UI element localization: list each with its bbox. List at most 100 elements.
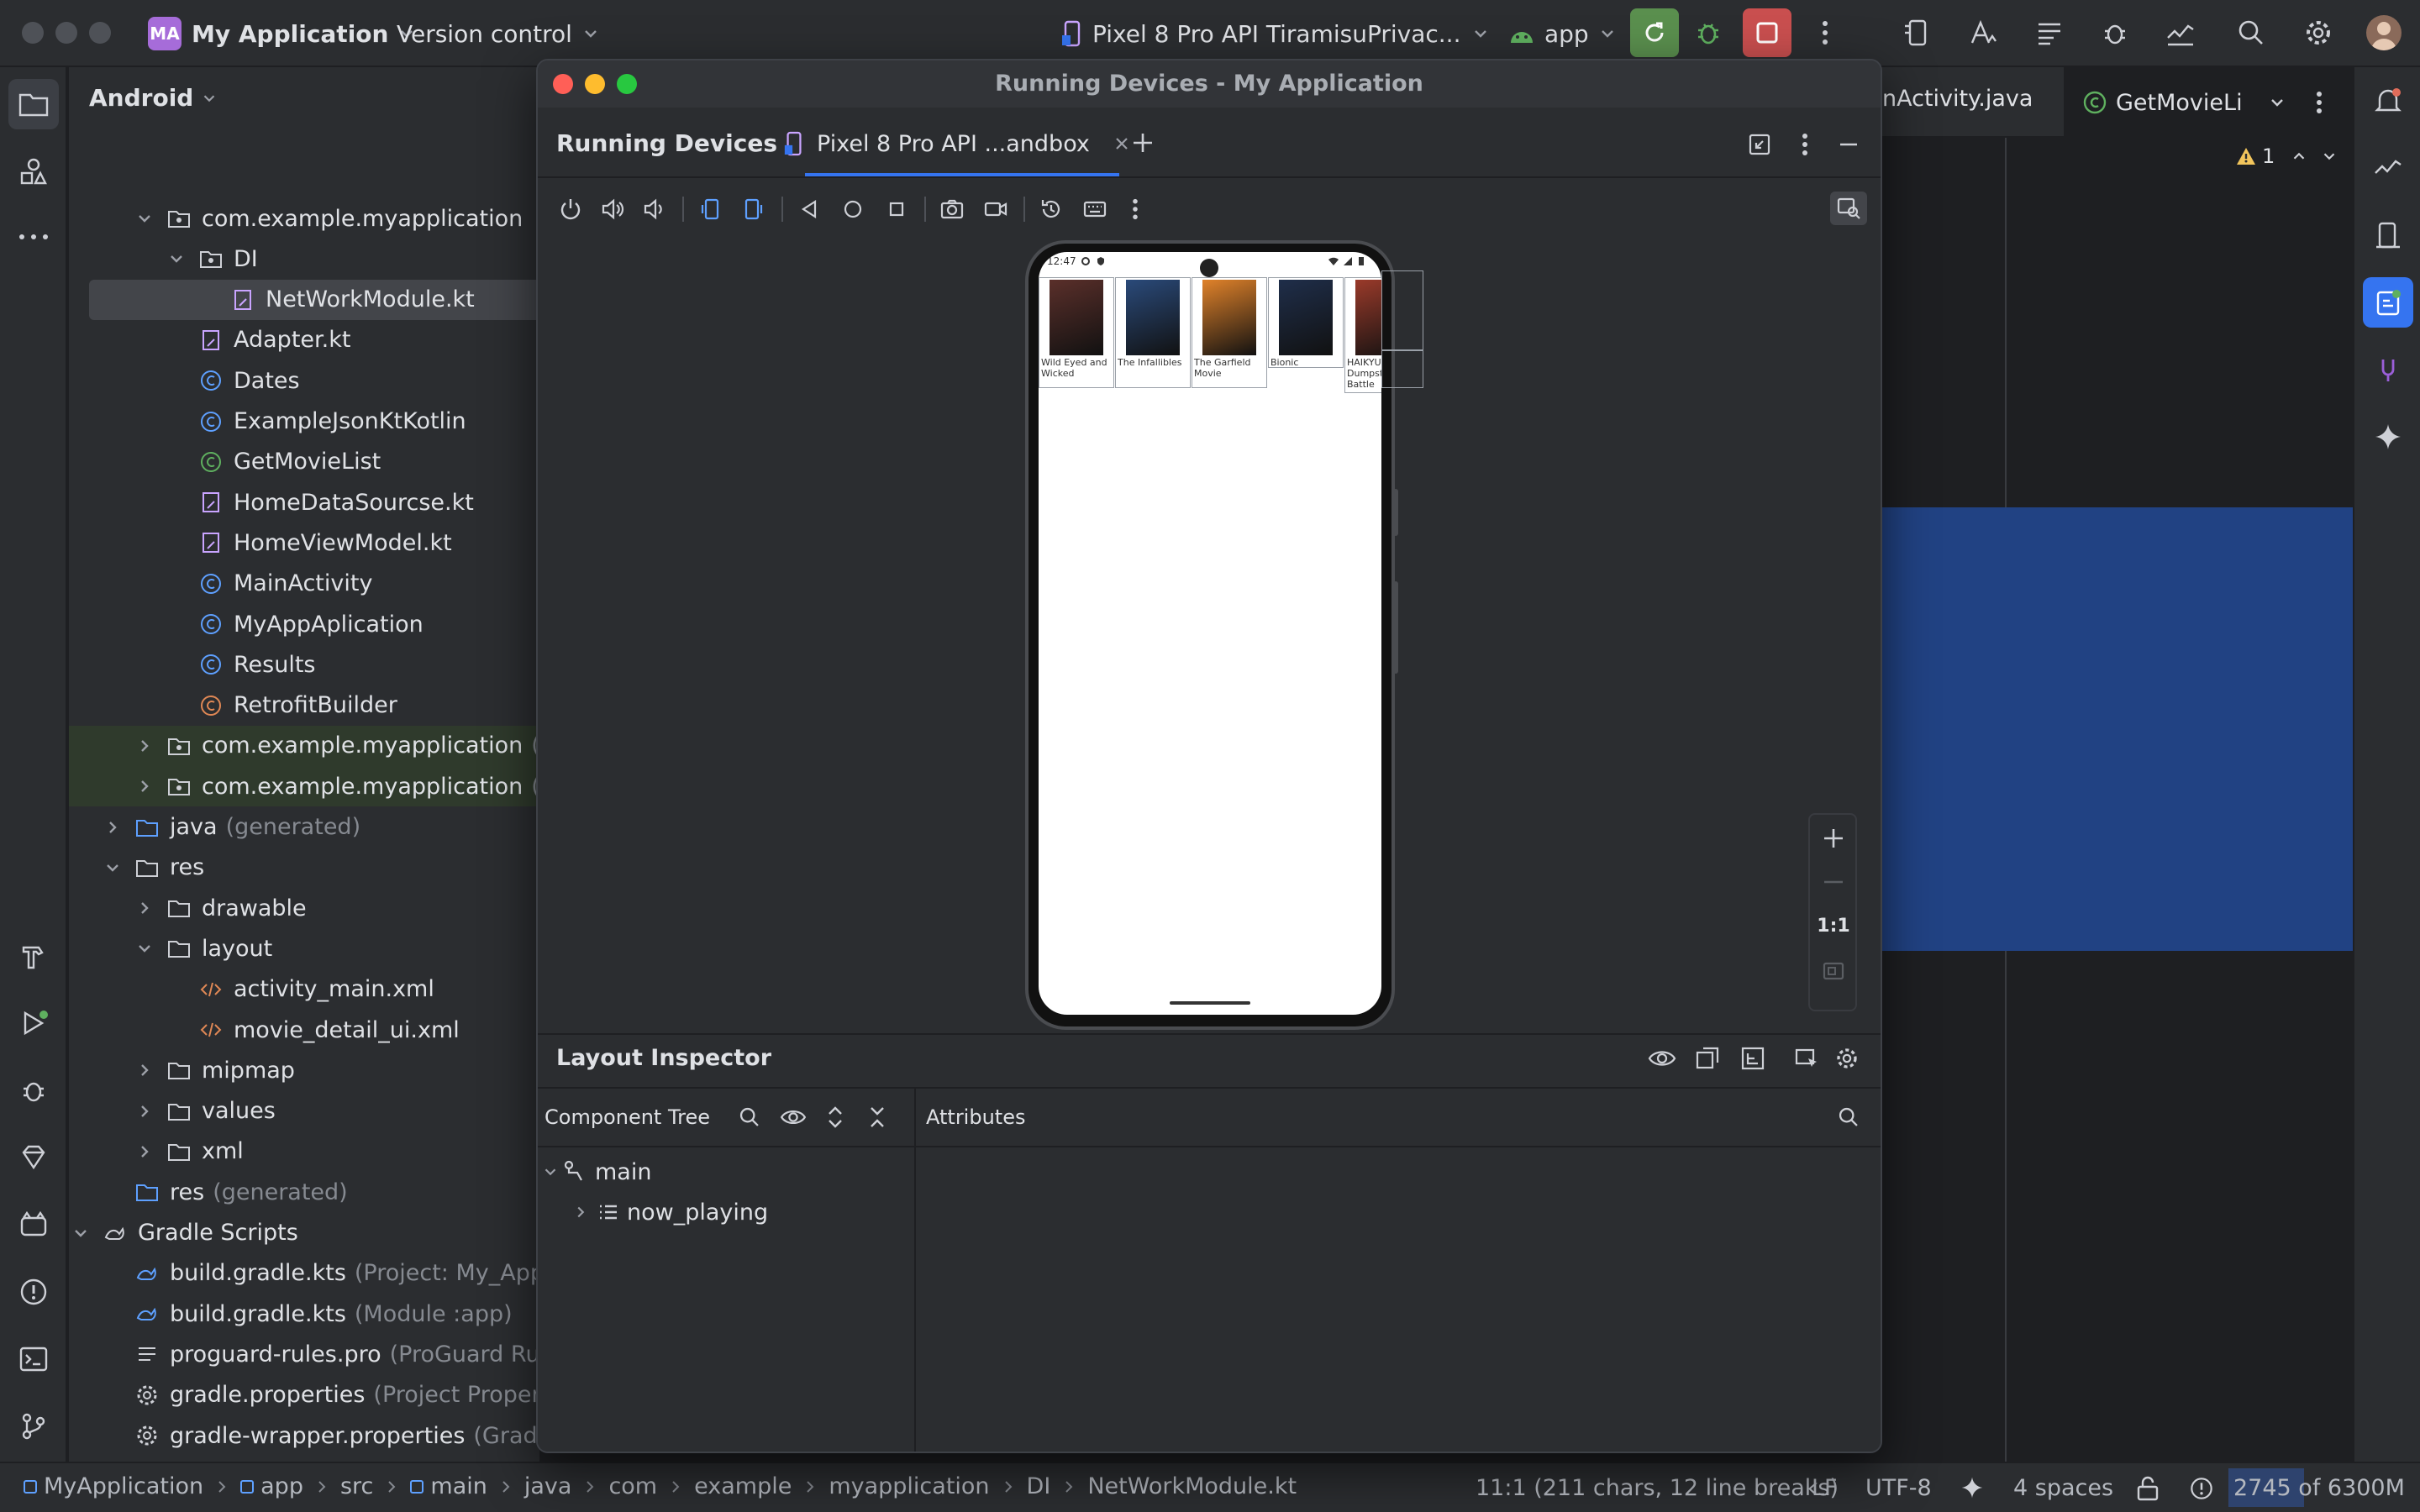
- chevron-down-icon[interactable]: [2320, 147, 2338, 165]
- rotate-left-button[interactable]: [696, 195, 724, 223]
- settings-button[interactable]: [2299, 13, 2338, 52]
- zoom-out-button[interactable]: [1817, 865, 1850, 899]
- fit-screen-button[interactable]: [1817, 954, 1850, 988]
- chevron-down-icon[interactable]: [71, 1223, 91, 1243]
- problems-status-icon[interactable]: [2188, 1475, 2215, 1502]
- cursor-position[interactable]: 11:1 (211 chars, 12 line breaks): [1476, 1475, 1839, 1501]
- breadcrumb-item[interactable]: java: [524, 1473, 572, 1499]
- tree-node-now-playing[interactable]: now_playing: [571, 1193, 768, 1231]
- tree-folder[interactable]: res (generated): [69, 1172, 539, 1212]
- tree-file[interactable]: proguard-rules.pro (ProGuard Rul: [69, 1334, 539, 1374]
- project-view-selector[interactable]: Android: [89, 84, 218, 112]
- gemini-side-button[interactable]: [2366, 415, 2410, 459]
- tree-file[interactable]: activity_main.xml: [69, 969, 539, 1010]
- tree-package[interactable]: com.example.myapplication(a: [69, 725, 539, 766]
- chevron-down-icon[interactable]: [134, 208, 155, 228]
- screenshot-button[interactable]: [938, 195, 966, 223]
- device-manager-button[interactable]: [1897, 13, 1936, 52]
- tree-folder[interactable]: layout: [69, 928, 539, 969]
- tree-class[interactable]: Dates: [69, 360, 539, 401]
- live-updates-button[interactable]: [1645, 1042, 1679, 1075]
- zoom-in-button[interactable]: [1817, 822, 1850, 855]
- movie-card[interactable]: The Infallibles: [1115, 277, 1191, 388]
- running-devices-button[interactable]: [2363, 277, 2413, 328]
- tree-node-main[interactable]: main: [541, 1152, 651, 1191]
- close-window-button[interactable]: [22, 22, 44, 44]
- chevron-down-icon[interactable]: [103, 858, 123, 878]
- breadcrumb-item[interactable]: MyApplication: [24, 1473, 203, 1499]
- breadcrumb-item[interactable]: NetWorkModule.kt: [1087, 1473, 1297, 1499]
- terminal-tool-button[interactable]: [12, 1337, 55, 1381]
- chevron-right-icon[interactable]: [134, 1060, 155, 1080]
- select-view-button[interactable]: [1790, 1042, 1823, 1075]
- gemini-tool-button[interactable]: [12, 1136, 55, 1179]
- tree-file[interactable]: movie_detail_ui.xml: [69, 1010, 539, 1050]
- file-encoding[interactable]: UTF-8: [1865, 1475, 1932, 1501]
- attributes-search-button[interactable]: [1833, 1102, 1864, 1132]
- profiler-button[interactable]: [2161, 13, 2200, 52]
- movie-card[interactable]: The Garfield Movie: [1192, 277, 1267, 388]
- breadcrumb-item[interactable]: com: [608, 1473, 657, 1499]
- version-control-widget[interactable]: Version control: [397, 15, 601, 52]
- more-actions-button[interactable]: [1808, 13, 1842, 52]
- app-quality-button[interactable]: [2096, 13, 2134, 52]
- phone-screen[interactable]: 12:47 Wild Eyed and Wicked The Infallible…: [1039, 252, 1381, 1015]
- breadcrumb-item[interactable]: main: [410, 1473, 487, 1499]
- tree-file[interactable]: build.gradle.kts (Project: My_Appl: [69, 1253, 539, 1294]
- editor-more-button[interactable]: [2304, 87, 2334, 118]
- volume-down-button[interactable]: [640, 195, 669, 223]
- line-separator[interactable]: LF: [1812, 1475, 1838, 1501]
- tree-folder[interactable]: java (generated): [69, 807, 539, 848]
- tree-file[interactable]: gradle-wrapper.properties (Gradle: [69, 1415, 539, 1456]
- tree-file[interactable]: HomeViewModel.kt: [69, 522, 539, 563]
- tree-package[interactable]: com.example.myapplication(te: [69, 766, 539, 807]
- profiler-side-button[interactable]: [2366, 146, 2410, 190]
- snapshot-export-button[interactable]: [1691, 1042, 1724, 1075]
- tree-folder[interactable]: drawable: [69, 888, 539, 928]
- hide-panel-button[interactable]: [1833, 129, 1864, 160]
- chevron-down-icon[interactable]: [166, 249, 187, 269]
- project-tool-button[interactable]: [8, 79, 59, 129]
- translations-button[interactable]: [1965, 13, 2003, 52]
- layout-inspector-toggle[interactable]: [1830, 192, 1867, 225]
- zoom-window-button[interactable]: [89, 22, 111, 44]
- debug-tool-button[interactable]: [12, 1068, 55, 1112]
- run-tool-button[interactable]: [12, 1001, 55, 1045]
- apply-changes-button[interactable]: [1630, 8, 1679, 57]
- tree-search-button[interactable]: [734, 1102, 765, 1132]
- tree-package[interactable]: com.example.myapplication: [69, 198, 539, 239]
- home-button[interactable]: [839, 195, 867, 223]
- tree-package[interactable]: DI: [69, 239, 539, 279]
- tree-class[interactable]: RetrofitBuilder: [69, 685, 539, 726]
- tree-visibility-button[interactable]: [776, 1102, 810, 1132]
- chevron-right-icon[interactable]: [134, 1101, 155, 1121]
- overview-button[interactable]: [882, 195, 911, 223]
- structure-button[interactable]: [2030, 13, 2069, 52]
- run-configuration-selector[interactable]: app: [1507, 15, 1618, 52]
- breadcrumb-item[interactable]: app: [240, 1473, 303, 1499]
- tree-file[interactable]: gradle.properties (Project Propert: [69, 1375, 539, 1415]
- chevron-right-icon[interactable]: [134, 1142, 155, 1162]
- breadcrumb-item[interactable]: DI: [1027, 1473, 1051, 1499]
- readonly-toggle[interactable]: [2134, 1475, 2161, 1502]
- chevron-right-icon[interactable]: [134, 736, 155, 756]
- device-explorer-button[interactable]: [2366, 213, 2410, 257]
- tree-file[interactable]: Adapter.kt: [69, 320, 539, 360]
- zoom-window-button[interactable]: [617, 74, 637, 94]
- build-tool-button[interactable]: [12, 934, 55, 978]
- more-tool-windows-button[interactable]: [12, 215, 55, 259]
- vcs-tool-button[interactable]: [12, 1404, 55, 1448]
- import-snapshot-button[interactable]: [1736, 1042, 1770, 1075]
- tree-folder[interactable]: values: [69, 1091, 539, 1131]
- chevron-right-icon[interactable]: [103, 817, 123, 837]
- dock-window-button[interactable]: [1744, 129, 1775, 160]
- movie-card[interactable]: Wild Eyed and Wicked: [1039, 277, 1114, 388]
- chevron-right-icon[interactable]: [134, 776, 155, 796]
- app-inspection-button[interactable]: [2366, 348, 2410, 391]
- movie-card[interactable]: Bionic: [1268, 277, 1344, 368]
- breadcrumb-item[interactable]: myapplication: [829, 1473, 989, 1499]
- add-device-button[interactable]: [1126, 126, 1160, 160]
- search-everywhere-button[interactable]: [2232, 13, 2270, 52]
- chevron-down-icon[interactable]: [134, 938, 155, 958]
- stop-button[interactable]: [1743, 8, 1791, 57]
